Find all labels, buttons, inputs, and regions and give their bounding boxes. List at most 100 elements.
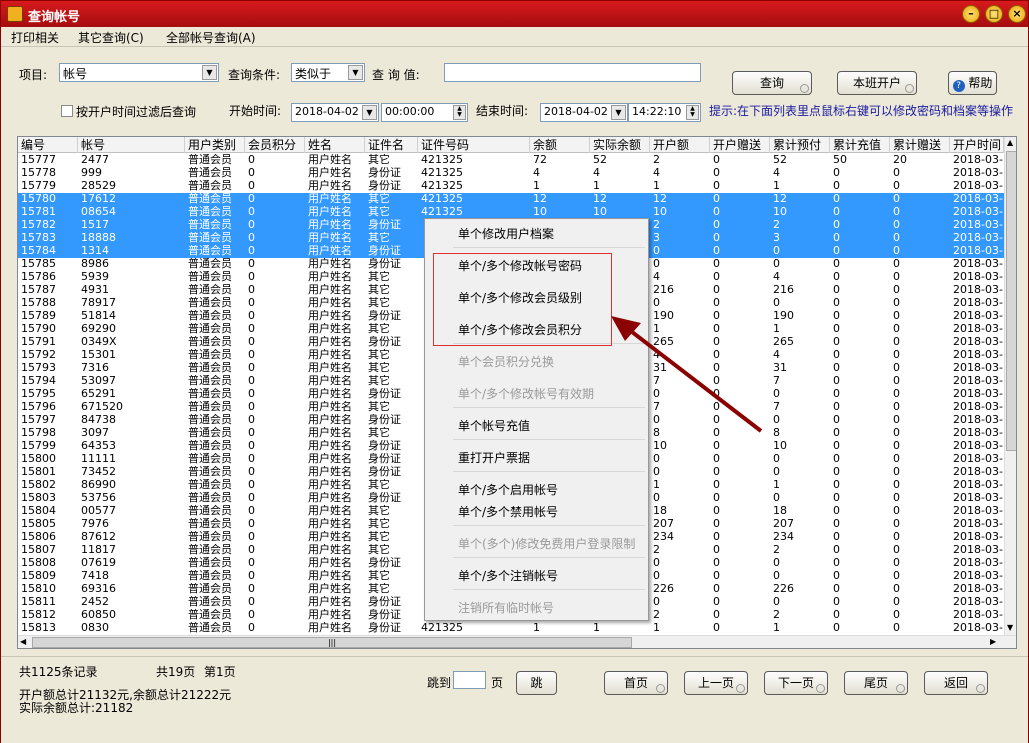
context-menu-item[interactable]: 单个/多个禁用帐号 [458,503,558,520]
column-header[interactable]: 证件号码 [418,137,530,153]
minimize-icon[interactable]: – [962,5,980,23]
value-label: 查 询 值: [372,68,420,82]
table-cell-cat: 普通会员 [188,258,232,270]
close-icon[interactable]: × [1008,5,1026,23]
query-button[interactable]: 查询 [732,71,812,95]
context-menu-item[interactable]: 单个/多个修改帐号有效期 [458,385,594,402]
maximize-icon[interactable]: □ [985,5,1003,23]
end-date-picker[interactable]: 2018-04-02 ▼ [540,103,628,122]
table-cell-acct: 73452 [81,466,116,478]
table-row[interactable]: 15778 999 普通会员 0 用户姓名 身份证 421325 4 4 4 0 4 0 0 2018-03… [18,167,1004,180]
table-cell-cat: 普通会员 [188,544,232,556]
column-header[interactable]: 实际余额 [590,137,650,153]
last-page-button[interactable]: 尾页 [844,671,908,695]
table-cell-open: 12 [653,193,667,205]
table-cell-pts: 0 [248,570,255,582]
table-cell-acct: 5939 [81,271,109,283]
horizontal-scrollbar[interactable]: ◀ ||| ▶ [18,635,1016,648]
context-menu-item[interactable]: 单个(多个)修改免费用户登录限制 [458,535,635,552]
table-cell-id: 15789 [21,310,56,322]
table-cell-acct: 84738 [81,414,116,426]
table-cell-chg: 0 [833,609,840,621]
end-time-spinner[interactable]: 14:22:10 ▲ ▼ [628,103,701,122]
table-cell-time: 2018-03- [953,531,1003,543]
item-select[interactable]: 帐号 ▼ [59,63,219,82]
context-menu-item[interactable]: 重打开户票据 [458,449,530,466]
context-menu-item[interactable]: 单个帐号充值 [458,417,530,434]
table-cell-pre: 8 [773,427,780,439]
scroll-down-icon[interactable]: ▼ [1007,623,1013,632]
chevron-down-icon[interactable]: ▼ [202,65,217,80]
spinner-arrows-icon[interactable]: ▲ ▼ [686,105,699,120]
chevron-down-icon[interactable]: ▼ [611,105,626,120]
table-cell-pre: 2 [773,219,780,231]
start-date-picker[interactable]: 2018-04-02 ▼ [291,103,379,122]
table-cell-pts: 0 [248,596,255,608]
context-menu-item[interactable]: 单个/多个启用帐号 [458,481,558,498]
table-cell-pre: 0 [773,258,780,270]
context-menu-item[interactable]: 注销所有临时帐号 [458,599,554,616]
vertical-scrollbar[interactable]: ▲ ▼ [1004,137,1016,635]
table-cell-pts: 0 [248,193,255,205]
column-header[interactable]: 开户额 [650,137,710,153]
start-date-value: 2018-04-02 [295,105,359,118]
chevron-down-icon[interactable]: ▼ [348,65,363,80]
shift-open-button[interactable]: 本班开户 [837,71,917,95]
column-header[interactable]: 姓名 [305,137,365,153]
context-menu-item[interactable]: 单个修改用户档案 [458,225,554,242]
table-cell-doc: 身份证 [368,492,401,504]
table-cell-cat: 普通会员 [188,336,232,348]
column-header[interactable]: 开户赠送 [710,137,770,153]
table-row[interactable]: 15780 17612 普通会员 0 用户姓名 其它 421325 12 12 12 0 12 0 0 20… [18,193,1004,206]
table-cell-id: 15779 [21,180,56,192]
back-button[interactable]: 返回 [924,671,988,695]
context-menu-item[interactable]: 单个/多个注销帐号 [458,567,558,584]
first-page-button[interactable]: 首页 [604,671,668,695]
horizontal-scroll-thumb[interactable]: ||| [32,637,632,648]
table-row[interactable]: 15779 28529 普通会员 0 用户姓名 身份证 421325 1 1 1 0 1 0 0 2018-… [18,180,1004,193]
table-cell-chg: 0 [833,453,840,465]
column-header[interactable]: 帐号 [78,137,185,153]
scroll-left-icon[interactable]: ◀ [20,637,26,646]
table-cell-pre: 1 [773,479,780,491]
table-cell-id: 15791 [21,336,56,348]
table-cell-id: 15793 [21,362,56,374]
column-header[interactable]: 编号 [18,137,78,153]
column-header[interactable]: 余额 [530,137,590,153]
scroll-up-icon[interactable]: ▲ [1007,138,1013,147]
table-cell-open: 0 [653,297,660,309]
menu-print[interactable]: 打印相关 [11,29,59,46]
table-cell-doc: 身份证 [368,336,401,348]
next-page-button[interactable]: 下一页 [764,671,828,695]
column-header[interactable]: 证件名 [365,137,418,153]
table-row[interactable]: 15777 2477 普通会员 0 用户姓名 其它 421325 72 52 2 0 52 50 20 20… [18,154,1004,167]
vertical-scroll-thumb[interactable] [1006,151,1016,451]
menu-other-query[interactable]: 其它查询(C) [78,29,144,46]
table-cell-chg: 0 [833,193,840,205]
menu-all-accounts[interactable]: 全部帐号查询(A) [166,29,256,46]
value-input[interactable] [444,63,701,82]
column-header[interactable]: 会员积分 [245,137,305,153]
table-cell-time: 2018-03- [953,362,1003,374]
table-cell-chg: 0 [833,284,840,296]
table-row[interactable]: 15813 0830 普通会员 0 用户姓名 身份证 421325 1 1 1 0 1 0 0 2018-0… [18,622,1004,635]
filter-checkbox[interactable] [61,105,73,117]
column-header[interactable]: 累计充值 [830,137,890,153]
column-header[interactable]: 累计赠送 [890,137,950,153]
jump-button[interactable]: 跳 [516,671,557,695]
column-header[interactable]: 开户时间 [950,137,1004,153]
context-menu-item[interactable]: 单个会员积分兑换 [458,353,554,370]
jump-page-input[interactable] [453,671,486,689]
scroll-right-icon[interactable]: ▶ [990,637,996,646]
table-cell-id: 15812 [21,609,56,621]
column-header[interactable]: 累计预付 [770,137,830,153]
chevron-down-icon[interactable]: ▼ [362,105,377,120]
condition-select[interactable]: 类似于 ▼ [291,63,365,82]
table-cell-name: 用户姓名 [308,440,352,452]
prev-page-button[interactable]: 上一页 [684,671,748,695]
spinner-arrows-icon[interactable]: ▲ ▼ [453,105,466,120]
help-button[interactable]: ? 帮助 [948,71,997,95]
column-header[interactable]: 用户类别 [185,137,245,153]
table-cell-gift: 0 [713,180,720,192]
start-time-spinner[interactable]: 00:00:00 ▲ ▼ [381,103,468,122]
